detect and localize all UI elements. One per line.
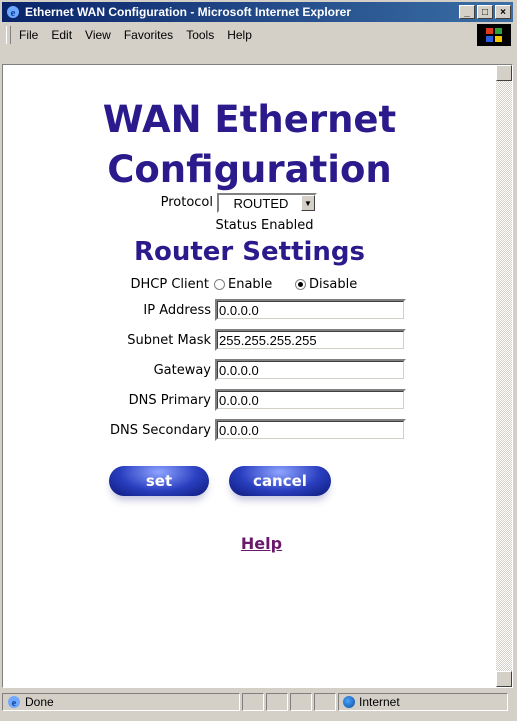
- set-button[interactable]: set: [109, 466, 209, 496]
- status-text: Status Enabled: [215, 218, 314, 233]
- svg-text:e: e: [12, 698, 17, 709]
- gateway-input[interactable]: 0.0.0.0: [215, 359, 406, 381]
- globe-icon: [343, 696, 355, 708]
- menu-bar: File Edit View Favorites Tools Help: [2, 24, 513, 46]
- dhcp-disable-label: Disable: [309, 277, 358, 292]
- minimize-button[interactable]: _: [459, 5, 475, 19]
- close-button[interactable]: ×: [495, 5, 511, 19]
- dns-primary-input[interactable]: 0.0.0.0: [215, 389, 406, 411]
- window-title: Ethernet WAN Configuration - Microsoft I…: [25, 5, 352, 19]
- subnet-mask-label: Subnet Mask: [127, 333, 211, 348]
- menu-file[interactable]: File: [19, 28, 38, 42]
- status-panel-2: [266, 693, 288, 711]
- dns-secondary-label: DNS Secondary: [110, 423, 211, 438]
- status-panel-1: [242, 693, 264, 711]
- gateway-label: Gateway: [153, 363, 211, 378]
- dhcp-enable-label: Enable: [228, 277, 273, 292]
- status-text-done: Done: [25, 695, 54, 709]
- ip-address-input[interactable]: 0.0.0.0: [215, 299, 406, 321]
- vertical-scrollbar[interactable]: [496, 65, 512, 687]
- menu-tools[interactable]: Tools: [186, 28, 214, 42]
- subnet-mask-input[interactable]: 255.255.255.255: [215, 329, 406, 351]
- cancel-button[interactable]: cancel: [229, 466, 331, 496]
- menu-edit[interactable]: Edit: [51, 28, 72, 42]
- scroll-up-icon[interactable]: [496, 65, 512, 81]
- zone-label: Internet: [359, 695, 400, 709]
- router-settings-heading: Router Settings: [133, 237, 366, 267]
- menu-favorites[interactable]: Favorites: [124, 28, 173, 42]
- dhcp-disable-option[interactable]: Disable: [295, 277, 357, 292]
- dhcp-enable-option[interactable]: Enable: [214, 277, 272, 292]
- dns-primary-label: DNS Primary: [128, 393, 211, 408]
- page-title-line2: Configuration: [107, 148, 392, 191]
- windows-logo-icon: [477, 24, 511, 46]
- title-bar[interactable]: e Ethernet WAN Configuration - Microsoft…: [2, 2, 513, 22]
- dhcp-disable-radio[interactable]: [295, 279, 306, 290]
- status-panel-3: [290, 693, 312, 711]
- menu-help[interactable]: Help: [227, 28, 252, 42]
- protocol-label: Protocol: [160, 195, 213, 210]
- browser-window: e Ethernet WAN Configuration - Microsoft…: [0, 0, 517, 721]
- dns-secondary-input[interactable]: 0.0.0.0: [215, 419, 406, 441]
- page-viewport: WAN Ethernet Configuration Protocol ROUT…: [2, 64, 513, 688]
- ip-address-label: IP Address: [143, 303, 211, 318]
- menu-view[interactable]: View: [85, 28, 111, 42]
- help-link[interactable]: Help: [3, 534, 496, 553]
- chevron-down-icon[interactable]: ▼: [301, 195, 315, 211]
- page-icon: e: [7, 695, 21, 709]
- status-bar: e Done Internet: [2, 690, 513, 714]
- protocol-select[interactable]: ROUTED ▼: [217, 193, 317, 213]
- svg-text:e: e: [11, 7, 16, 19]
- security-zone-panel: Internet: [338, 693, 508, 711]
- internet-explorer-icon: e: [5, 4, 21, 20]
- config-page: WAN Ethernet Configuration Protocol ROUT…: [3, 65, 496, 687]
- scroll-down-icon[interactable]: [496, 671, 512, 687]
- status-done-panel: e Done: [2, 693, 240, 711]
- page-title-line1: WAN Ethernet: [102, 98, 397, 141]
- protocol-value: ROUTED: [233, 195, 289, 211]
- dhcp-enable-radio[interactable]: [214, 279, 225, 290]
- dhcp-label: DHCP Client: [130, 277, 209, 292]
- toolbar-grip[interactable]: [6, 26, 11, 44]
- status-panel-4: [314, 693, 336, 711]
- restore-button[interactable]: □: [477, 5, 493, 19]
